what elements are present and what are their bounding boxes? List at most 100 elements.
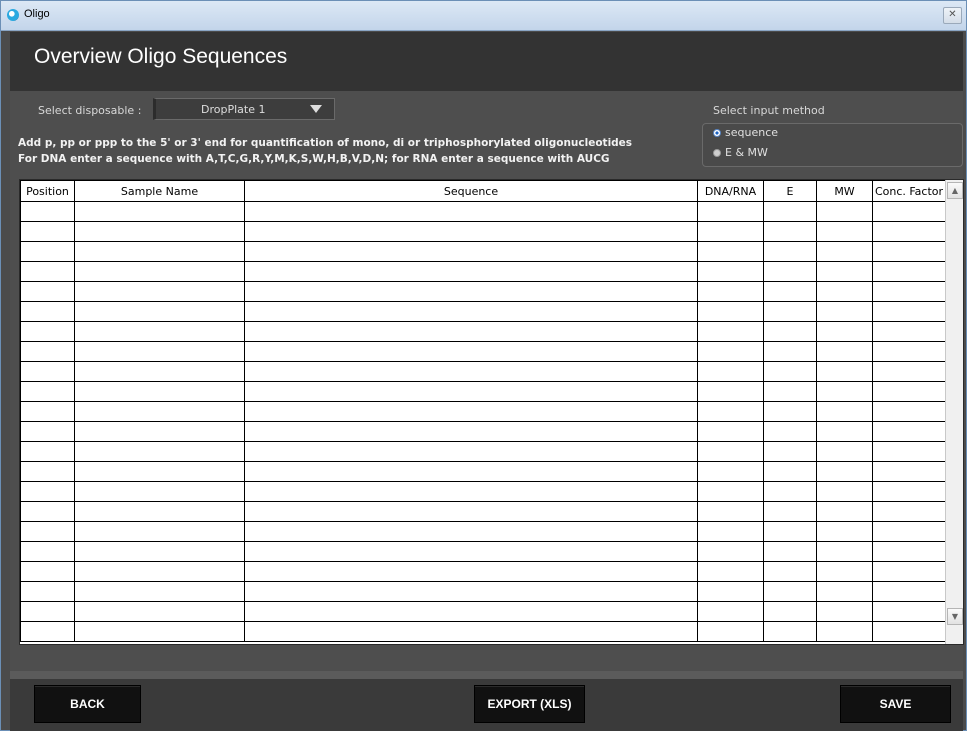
table-cell[interactable] (872, 301, 946, 322)
table-cell[interactable] (20, 561, 75, 582)
back-button[interactable]: BACK (34, 685, 141, 723)
table-cell[interactable] (20, 301, 75, 322)
table-cell[interactable] (74, 601, 245, 622)
table-cell[interactable] (763, 521, 817, 542)
table-cell[interactable] (20, 361, 75, 382)
table-cell[interactable] (872, 261, 946, 282)
table-cell[interactable] (763, 361, 817, 382)
table-cell[interactable] (697, 601, 764, 622)
table-cell[interactable] (74, 521, 245, 542)
table-cell[interactable] (816, 281, 873, 302)
table-cell[interactable] (244, 421, 698, 442)
table-cell[interactable] (763, 441, 817, 462)
table-cell[interactable] (244, 321, 698, 342)
table-cell[interactable] (74, 581, 245, 602)
table-cell[interactable] (74, 341, 245, 362)
table-cell[interactable] (816, 441, 873, 462)
table-cell[interactable] (20, 621, 75, 642)
table-cell[interactable] (244, 521, 698, 542)
table-cell[interactable] (872, 281, 946, 302)
table-cell[interactable] (697, 301, 764, 322)
scroll-up-arrow-icon[interactable]: ▲ (947, 182, 963, 199)
table-cell[interactable] (74, 401, 245, 422)
table-cell[interactable] (816, 481, 873, 502)
table-cell[interactable] (697, 401, 764, 422)
table-cell[interactable] (763, 261, 817, 282)
table-cell[interactable] (872, 221, 946, 242)
table-cell[interactable] (74, 381, 245, 402)
table-cell[interactable] (697, 501, 764, 522)
scroll-down-arrow-icon[interactable]: ▼ (947, 608, 963, 625)
table-cell[interactable] (20, 501, 75, 522)
table-cell[interactable] (763, 221, 817, 242)
table-cell[interactable] (244, 381, 698, 402)
table-cell[interactable] (244, 601, 698, 622)
table-cell[interactable] (20, 261, 75, 282)
table-cell[interactable] (20, 581, 75, 602)
table-cell[interactable] (244, 341, 698, 362)
table-cell[interactable] (872, 201, 946, 222)
table-cell[interactable] (872, 381, 946, 402)
table-cell[interactable] (244, 201, 698, 222)
table-cell[interactable] (763, 341, 817, 362)
table-cell[interactable] (816, 401, 873, 422)
table-cell[interactable] (816, 201, 873, 222)
table-cell[interactable] (74, 421, 245, 442)
table-cell[interactable] (763, 421, 817, 442)
disposable-dropdown[interactable]: DropPlate 1 (153, 98, 335, 120)
table-cell[interactable] (763, 321, 817, 342)
table-cell[interactable] (816, 261, 873, 282)
table-cell[interactable] (74, 361, 245, 382)
table-cell[interactable] (816, 521, 873, 542)
save-button[interactable]: SAVE (840, 685, 951, 723)
table-cell[interactable] (20, 481, 75, 502)
table-cell[interactable] (20, 461, 75, 482)
table-cell[interactable] (763, 401, 817, 422)
table-cell[interactable] (763, 301, 817, 322)
col-header-sample-name[interactable]: Sample Name (74, 180, 245, 202)
table-cell[interactable] (816, 501, 873, 522)
table-cell[interactable] (816, 421, 873, 442)
table-cell[interactable] (697, 441, 764, 462)
table-cell[interactable] (697, 241, 764, 262)
table-cell[interactable] (20, 341, 75, 362)
table-cell[interactable] (20, 241, 75, 262)
table-cell[interactable] (872, 341, 946, 362)
table-cell[interactable] (697, 281, 764, 302)
table-cell[interactable] (763, 201, 817, 222)
table-cell[interactable] (763, 461, 817, 482)
table-cell[interactable] (20, 421, 75, 442)
table-cell[interactable] (244, 301, 698, 322)
table-cell[interactable] (872, 361, 946, 382)
table-cell[interactable] (872, 441, 946, 462)
table-cell[interactable] (20, 441, 75, 462)
table-cell[interactable] (763, 601, 817, 622)
table-cell[interactable] (763, 241, 817, 262)
table-cell[interactable] (763, 481, 817, 502)
table-cell[interactable] (244, 221, 698, 242)
table-cell[interactable] (872, 241, 946, 262)
table-cell[interactable] (244, 241, 698, 262)
table-cell[interactable] (244, 581, 698, 602)
table-cell[interactable] (20, 201, 75, 222)
table-cell[interactable] (20, 521, 75, 542)
table-cell[interactable] (816, 601, 873, 622)
table-cell[interactable] (763, 281, 817, 302)
table-cell[interactable] (20, 221, 75, 242)
table-cell[interactable] (872, 401, 946, 422)
table-cell[interactable] (697, 521, 764, 542)
table-cell[interactable] (872, 541, 946, 562)
table-cell[interactable] (244, 481, 698, 502)
table-cell[interactable] (244, 281, 698, 302)
table-cell[interactable] (74, 541, 245, 562)
col-header-conc-factor[interactable]: Conc. Factor (872, 180, 946, 202)
table-cell[interactable] (816, 581, 873, 602)
table-cell[interactable] (697, 461, 764, 482)
col-header-position[interactable]: Position (20, 180, 75, 202)
table-cell[interactable] (74, 501, 245, 522)
table-cell[interactable] (872, 621, 946, 642)
table-cell[interactable] (763, 381, 817, 402)
table-cell[interactable] (872, 481, 946, 502)
table-cell[interactable] (872, 581, 946, 602)
table-cell[interactable] (816, 541, 873, 562)
